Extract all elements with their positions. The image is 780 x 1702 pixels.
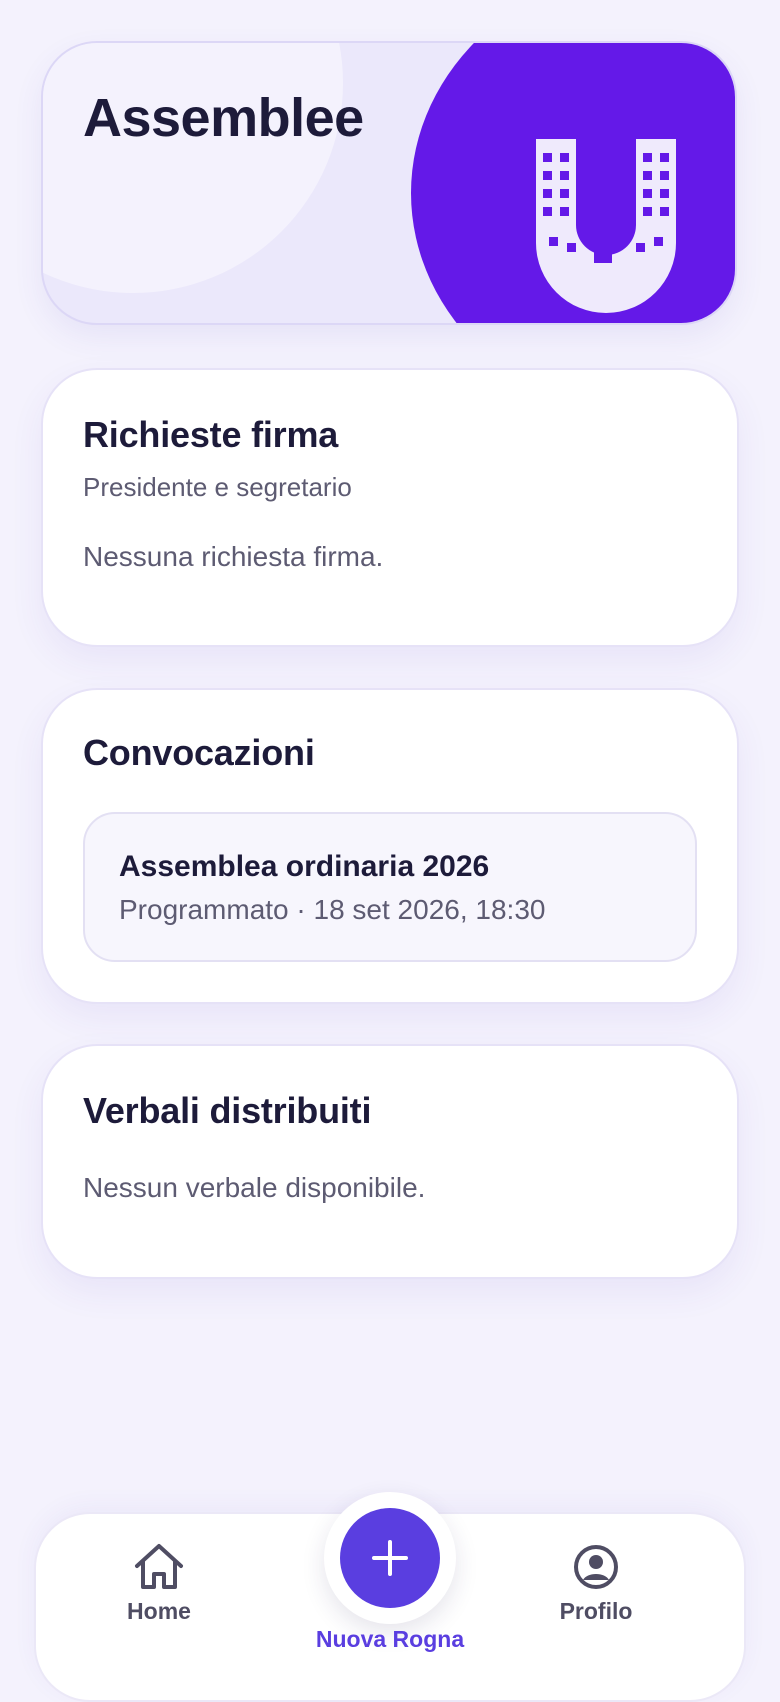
nuova-rogna-label[interactable]: Nuova Rogna [290,1626,490,1653]
convocazione-item[interactable]: Assemblea ordinaria 2026 Programmato · 1… [83,812,697,962]
plus-icon [372,1540,408,1576]
convocazione-title: Assemblea ordinaria 2026 [119,850,490,883]
page-title: Assemblee [83,88,364,148]
empty-state-text: Nessun verbale disponibile. [83,1172,426,1203]
nav-home-label: Home [127,1598,191,1624]
card-verbali-distribuiti: Verbali distribuiti Nessun verbale dispo… [41,1044,739,1279]
home-icon [135,1544,183,1589]
nav-profilo-label: Profilo [559,1598,633,1624]
section-title: Verbali distribuiti [83,1090,372,1131]
hero-decor-light [43,43,343,293]
convocazione-meta: Programmato · 18 set 2026, 18:30 [119,894,546,925]
nuova-rogna-button[interactable] [340,1508,440,1608]
header-hero: Assemblee [41,41,737,325]
nav-home[interactable]: Home [114,1542,204,1625]
card-convocazioni: Convocazioni Assemblea ordinaria 2026 Pr… [41,688,739,1004]
card-richieste-firma: Richieste firma Presidente e segretario … [41,368,739,647]
section-title: Convocazioni [83,732,315,773]
empty-state-text: Nessuna richiesta firma. [83,541,384,572]
nav-profilo[interactable]: Profilo [546,1542,646,1625]
section-subtitle: Presidente e segretario [83,472,352,502]
section-title: Richieste firma [83,414,339,455]
user-circle-icon [574,1545,618,1589]
building-u-logo [536,139,676,313]
